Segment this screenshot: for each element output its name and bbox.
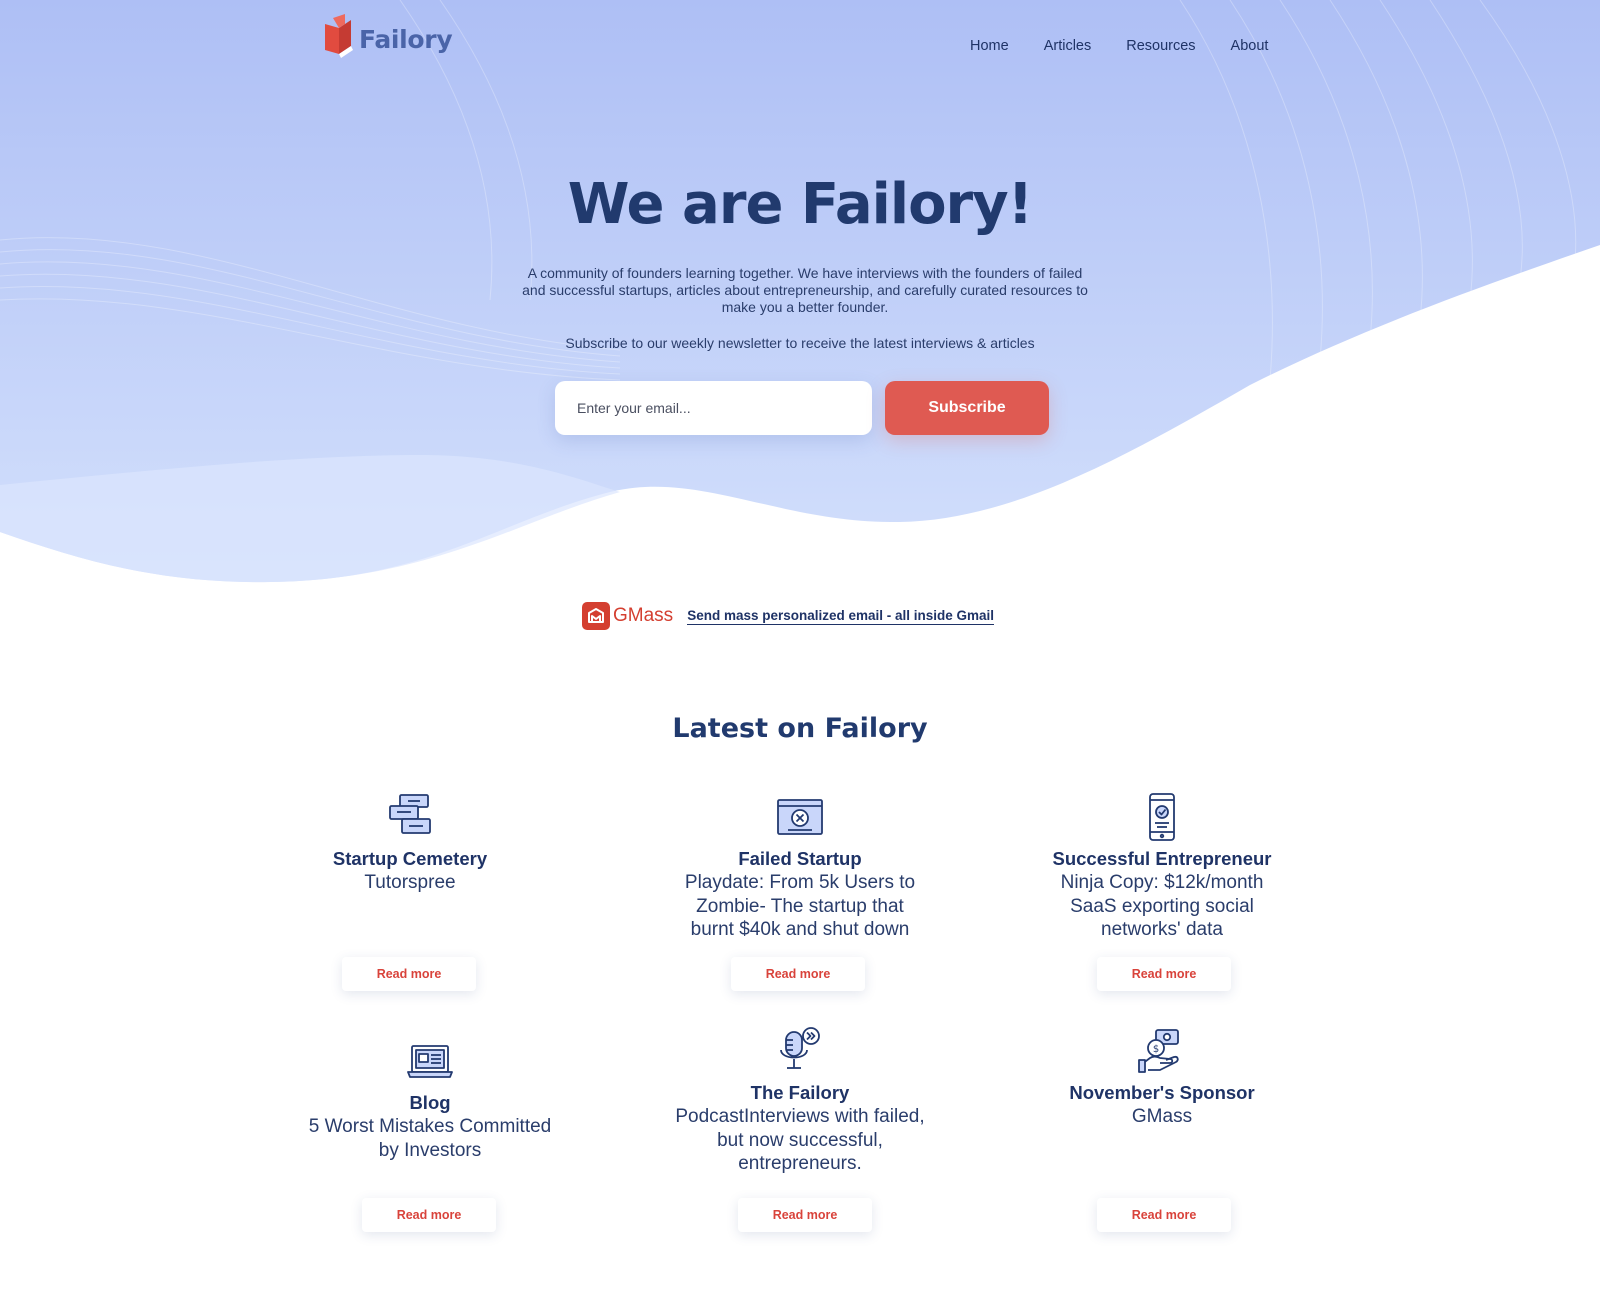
card-subtitle: Ninja Copy: $12k/month SaaS exporting so… <box>1060 872 1264 940</box>
gmass-logo-icon <box>582 602 610 630</box>
card-subtitle: PodcastInterviews with failed, but now s… <box>675 1106 925 1174</box>
card-subtitle: GMass <box>1131 1106 1193 1127</box>
card-title: Failed Startup <box>738 848 862 869</box>
read-more-button[interactable]: Read more <box>1097 957 1231 991</box>
card-the-failory: The Failory PodcastInterviews with faile… <box>650 1027 950 1176</box>
card-title: November's Sponsor <box>1069 1082 1255 1103</box>
card-title: The Failory <box>750 1082 850 1103</box>
hero-description: A community of founders learning togethe… <box>522 265 1088 315</box>
card-startup-cemetery: Startup Cemetery Tutorspree <box>260 792 560 895</box>
read-more-button[interactable]: Read more <box>1097 1198 1231 1232</box>
card-failed-startup: Failed Startup Playdate: From 5k Users t… <box>650 792 950 942</box>
boxes-icon <box>389 794 431 834</box>
failory-logo[interactable]: Failory <box>323 14 453 58</box>
card-successful-entrepreneur: Successful Entrepreneur Ninja Copy: $12k… <box>1012 792 1312 942</box>
read-more-button[interactable]: Read more <box>342 957 476 991</box>
hero-subscribe-text: Subscribe to our weekly newsletter to re… <box>565 335 1035 351</box>
card-subtitle: 5 Worst Mistakes Committed by Investors <box>308 1116 552 1161</box>
read-more-button[interactable]: Read more <box>362 1198 496 1232</box>
card-novembers-sponsor: $ November's Sponsor GMass <box>1012 1029 1312 1129</box>
latest-section-title: Latest on Failory <box>672 713 928 744</box>
main-nav: Home Articles Resources About <box>970 38 1268 54</box>
nav-resources[interactable]: Resources <box>1126 38 1195 54</box>
subscribe-button[interactable]: Subscribe <box>885 381 1049 435</box>
money-hand-icon: $ <box>1138 1029 1179 1073</box>
card-title: Startup Cemetery <box>332 848 488 869</box>
hero-title: We are Failory! <box>567 172 1033 237</box>
logo-text: Failory <box>359 24 453 54</box>
logo-book-icon <box>323 14 355 58</box>
sponsor-banner: GMass Send mass personalized email - all… <box>582 602 995 630</box>
phone-check-icon <box>1149 793 1175 841</box>
site-header: Failory Home Articles Resources About <box>0 0 1600 95</box>
gmass-name: GMass <box>613 605 674 626</box>
svg-text:$: $ <box>1153 1044 1159 1055</box>
sponsor-link[interactable]: Send mass personalized email - all insid… <box>687 608 995 625</box>
nav-about[interactable]: About <box>1231 38 1269 54</box>
laptop-icon <box>407 1045 453 1078</box>
nav-articles[interactable]: Articles <box>1044 38 1092 54</box>
card-subtitle: Tutorspree <box>364 872 456 893</box>
card-blog: Blog 5 Worst Mistakes Committed by Inves… <box>280 1036 580 1162</box>
card-subtitle: Playdate: From 5k Users to Zombie- The s… <box>684 872 916 940</box>
read-more-button[interactable]: Read more <box>738 1198 872 1232</box>
nav-home[interactable]: Home <box>970 38 1009 54</box>
microphone-icon <box>780 1027 820 1069</box>
monitor-x-icon <box>777 799 823 835</box>
card-title: Blog <box>409 1092 451 1113</box>
read-more-button[interactable]: Read more <box>731 957 865 991</box>
email-input[interactable] <box>555 381 872 435</box>
card-title: Successful Entrepreneur <box>1052 848 1272 869</box>
